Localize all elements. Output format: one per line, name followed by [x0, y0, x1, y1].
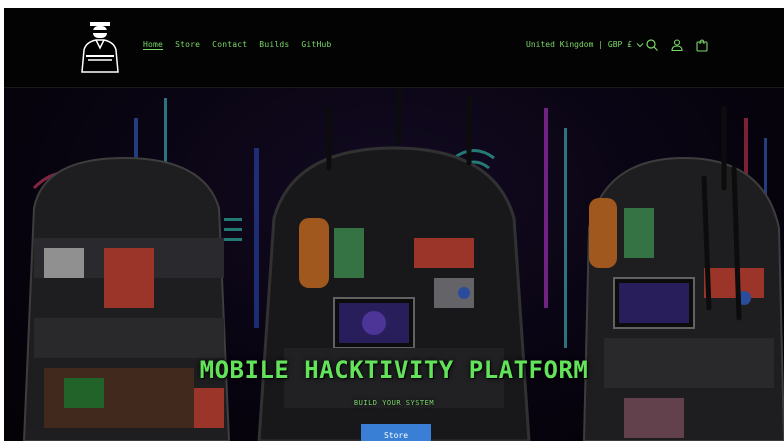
account-icon[interactable]	[670, 38, 684, 52]
store-button[interactable]: Store	[361, 424, 431, 441]
nav-store-link[interactable]: Store	[175, 40, 200, 49]
nav-home-link[interactable]: Home	[143, 40, 163, 49]
logo-icon[interactable]	[76, 18, 124, 74]
region-selector[interactable]: United Kingdom | GBP £	[526, 40, 644, 49]
nav-contact-link[interactable]: Contact	[212, 40, 247, 49]
search-icon[interactable]	[645, 38, 659, 52]
nav-github-link[interactable]: GitHub	[301, 40, 331, 49]
cart-icon[interactable]	[695, 38, 709, 52]
hero-overlay	[4, 88, 784, 441]
hero-subtitle: BUILD YOUR SYSTEM	[353, 399, 435, 407]
page-frame: Home Store Contact Builds GitHub United …	[4, 8, 784, 441]
site-header: Home Store Contact Builds GitHub United …	[4, 8, 784, 88]
main-nav: Home Store Contact Builds GitHub	[143, 40, 344, 49]
nav-builds-link[interactable]: Builds	[259, 40, 289, 49]
chevron-down-icon	[636, 42, 644, 47]
hero-title: MOBILE HACKTIVITY PLATFORM	[199, 356, 589, 384]
hero-banner: MOBILE HACKTIVITY PLATFORM BUILD YOUR SY…	[4, 88, 784, 441]
region-label: United Kingdom | GBP £	[526, 40, 632, 49]
